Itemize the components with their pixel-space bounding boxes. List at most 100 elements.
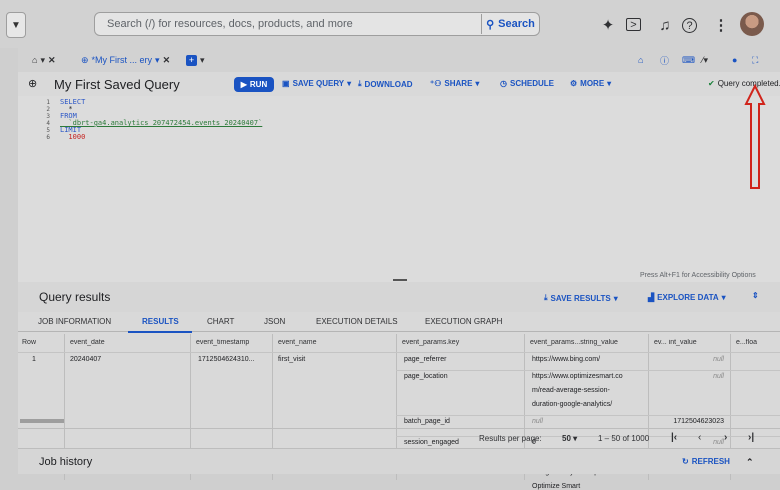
more-button[interactable]: ⚙ MORE ▾ (570, 79, 611, 88)
gear-icon: ⚙ (570, 79, 578, 88)
save-query-button[interactable]: ▣ SAVE QUERY ▾ (282, 79, 351, 88)
results-title: Query results (39, 290, 111, 304)
accessibility-hint: Press Alt+F1 for Accessibility Options (640, 272, 756, 279)
close-icon[interactable]: ✕ (48, 55, 56, 66)
tab-execution-graph[interactable]: EXECUTION GRAPH (425, 317, 502, 326)
column-header[interactable]: Row (22, 339, 60, 351)
event-date-cell: 20240407 (70, 356, 102, 363)
prev-page-icon[interactable]: ‹ (698, 432, 701, 443)
job-history-title: Job history (39, 456, 93, 468)
help-icon[interactable]: ? (682, 18, 697, 33)
line-number: 4 (46, 120, 50, 127)
home-outline-icon: ⌂ (32, 55, 38, 65)
refresh-icon: ↻ (682, 457, 689, 466)
line-gutter: 123456 (18, 96, 60, 282)
job-history-bar[interactable]: Job history ↻ REFRESH ⌃ (18, 448, 780, 474)
caret-down-icon: ▾ (347, 79, 352, 88)
column-header[interactable]: event_date (70, 339, 188, 351)
schedule-button[interactable]: ◷ SCHEDULE (500, 79, 554, 88)
notifications-icon[interactable]: ♫ (654, 14, 676, 36)
check-circle-icon: ✔ (708, 79, 715, 88)
first-page-icon[interactable]: |‹ (671, 432, 677, 443)
explorer-tab[interactable]: ⌂ ▾ ✕ (32, 52, 56, 68)
format-icon[interactable]: ⁄▾ (702, 52, 708, 68)
tab-query[interactable]: ⊕ *My First ... ery ▾ ✕ (81, 52, 170, 68)
row-divider (396, 370, 780, 371)
close-icon[interactable]: ✕ (163, 55, 171, 66)
caret-down-icon: ▾ (155, 54, 160, 65)
horizontal-scrollbar[interactable] (20, 419, 64, 423)
param-key-cell: page_location (404, 373, 448, 380)
tab-chart[interactable]: CHART (207, 317, 234, 326)
share-button[interactable]: ⁺⚇ SHARE ▾ (430, 79, 479, 88)
next-page-icon[interactable]: › (724, 432, 727, 443)
terminal-icon[interactable]: > (626, 18, 641, 31)
per-page-select[interactable]: 50 ▾ (562, 434, 577, 443)
tab-job-information[interactable]: JOB INFORMATION (38, 317, 111, 326)
caret-down-icon: ▾ (40, 54, 45, 65)
code-line: `dbrt-ga4.analytics_207472454.events_202… (60, 119, 263, 127)
column-header[interactable]: event_params...string_value (530, 339, 646, 351)
clock-icon: ◷ (500, 79, 507, 88)
project-dropdown-button[interactable]: ▼ (6, 12, 26, 38)
header-divider (18, 352, 780, 353)
refresh-button[interactable]: ↻ REFRESH (682, 457, 730, 466)
home-icon[interactable]: ⌂ (638, 52, 643, 68)
annotation-arrow (744, 84, 766, 189)
tab-results[interactable]: RESULTS (142, 317, 179, 326)
caret-down-icon: ▾ (573, 434, 578, 443)
fullscreen-icon[interactable]: ⛶ (752, 52, 758, 68)
save-results-button[interactable]: ⤓ SAVE RESULTS ▾ (544, 293, 618, 303)
event-name-cell: first_visit (278, 356, 306, 363)
line-number: 3 (46, 113, 50, 120)
tab-execution-details[interactable]: EXECUTION DETAILS (316, 317, 398, 326)
param-int-value-cell: 1712504623023 (673, 418, 724, 425)
tab-json[interactable]: JSON (264, 317, 285, 326)
param-int-value-cell: null (713, 373, 724, 380)
param-string-value-cell: m/read-average-session- (532, 387, 610, 394)
results-subtabs: JOB INFORMATION RESULTS CHART JSON EXECU… (18, 312, 780, 332)
column-header[interactable]: ev... int_value (654, 339, 728, 351)
column-header[interactable]: e...floa (736, 339, 780, 351)
add-icon: + (186, 54, 197, 66)
caret-down-icon: ▾ (200, 54, 205, 65)
sql-editor[interactable]: 123456 SELECT * FROM `dbrt-ga4.analytics_… (18, 96, 780, 282)
results-per-page-label: Results per page: (479, 434, 542, 443)
row-divider (396, 415, 780, 416)
caret-down-icon: ▾ (475, 79, 480, 88)
play-icon: ▶ (240, 80, 247, 89)
caret-down-icon: ▾ (613, 293, 618, 303)
column-header[interactable]: event_timestamp (196, 339, 270, 351)
param-key-cell: page_referrer (404, 356, 447, 363)
avatar[interactable] (740, 12, 764, 36)
search-input[interactable]: Search (/) for resources, docs, products… (107, 18, 353, 30)
results-header: Query results ⤓ SAVE RESULTS ▾ ▟ EXPLORE DA… (18, 282, 780, 312)
resize-handle[interactable] (393, 279, 407, 281)
last-page-icon[interactable]: ›| (748, 432, 754, 443)
more-vert-icon[interactable]: ⋮ (710, 14, 732, 36)
pin-icon[interactable]: ● (732, 52, 737, 68)
query-icon: ⊕ (81, 54, 89, 65)
search-icon: ⚲ (486, 18, 495, 31)
top-bar: ▼ Search (/) for resources, docs, produc… (0, 0, 780, 48)
new-tab-button[interactable]: + ▾ (186, 52, 205, 68)
chevron-up-icon[interactable]: ⌃ (746, 457, 754, 468)
param-string-value-cell: duration-google-analytics/ (532, 401, 613, 408)
line-number: 5 (46, 127, 50, 134)
code-line: 1000 (60, 133, 86, 141)
search-bar[interactable]: Search (/) for resources, docs, products… (94, 12, 540, 36)
keyboard-icon[interactable]: ⌨ (682, 52, 695, 68)
save-icon: ▣ (282, 79, 290, 88)
search-button[interactable]: ⚲ Search (481, 14, 539, 34)
share-icon: ⁺⚇ (430, 79, 442, 88)
explore-data-button[interactable]: ▟ EXPLORE DATA ▾ (648, 293, 726, 302)
info-icon[interactable]: ⓘ (660, 52, 669, 68)
column-header[interactable]: event_name (278, 339, 394, 351)
column-header[interactable]: event_params.key (402, 339, 522, 351)
gemini-icon[interactable]: ✦ (597, 14, 619, 36)
download-button[interactable]: ⤓ DOWNLOAD (358, 79, 413, 89)
run-button[interactable]: ▶ RUN (234, 77, 274, 92)
expand-collapse-icon[interactable]: ⇕ (752, 291, 759, 300)
param-key-cell: batch_page_id (404, 418, 450, 425)
param-string-value-cell: Optimize Smart (532, 483, 581, 490)
